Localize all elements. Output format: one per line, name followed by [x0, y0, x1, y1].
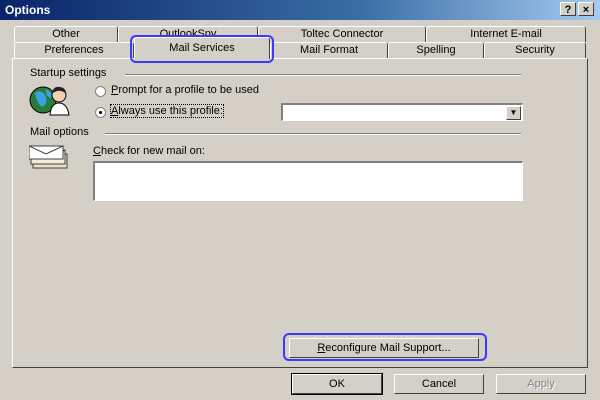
apply-button-label: Apply [527, 378, 555, 390]
tab-panel-mail-services: Startup settings Prompt for a profile to… [12, 58, 588, 368]
tab-toltec-connector[interactable]: Toltec Connector [258, 26, 426, 42]
close-button[interactable]: × [578, 2, 594, 16]
tab-preferences[interactable]: Preferences [14, 42, 134, 58]
cancel-button[interactable]: Cancel [394, 374, 484, 394]
apply-button[interactable]: Apply [496, 374, 586, 394]
tab-other[interactable]: Other [14, 26, 118, 42]
check-mail-label: Check for new mail on: [93, 145, 205, 157]
tab-mail-format[interactable]: Mail Format [270, 42, 388, 58]
profile-globe-icon [29, 86, 70, 116]
chevron-down-icon[interactable]: ▼ [506, 106, 521, 120]
title-bar: Options ? × [0, 0, 600, 20]
window-title: Options [5, 3, 51, 17]
startup-divider [125, 74, 521, 76]
tab-spelling[interactable]: Spelling [388, 42, 484, 58]
tab-mail-services[interactable]: Mail Services [134, 37, 270, 59]
tab-internet-email[interactable]: Internet E-mail [426, 26, 586, 42]
ok-button[interactable]: OK [291, 373, 383, 395]
radio-prompt-profile[interactable] [95, 86, 106, 97]
envelope-stack-icon [29, 145, 68, 169]
radio-always-profile[interactable] [95, 107, 106, 118]
prompt-profile-label[interactable]: Prompt for a profile to be used [111, 84, 259, 96]
startup-settings-heading: Startup settings [30, 67, 107, 79]
mail-services-listbox[interactable] [93, 161, 523, 201]
mail-options-divider [105, 133, 521, 135]
always-profile-label[interactable]: Always use this profile: [110, 104, 224, 118]
mail-options-heading: Mail options [30, 126, 89, 138]
profile-combobox[interactable]: ▼ [281, 103, 523, 121]
tab-security[interactable]: Security [484, 42, 586, 58]
reconfigure-mail-support-button[interactable]: Reconfigure Mail Support... [289, 338, 479, 358]
help-button[interactable]: ? [560, 2, 576, 16]
